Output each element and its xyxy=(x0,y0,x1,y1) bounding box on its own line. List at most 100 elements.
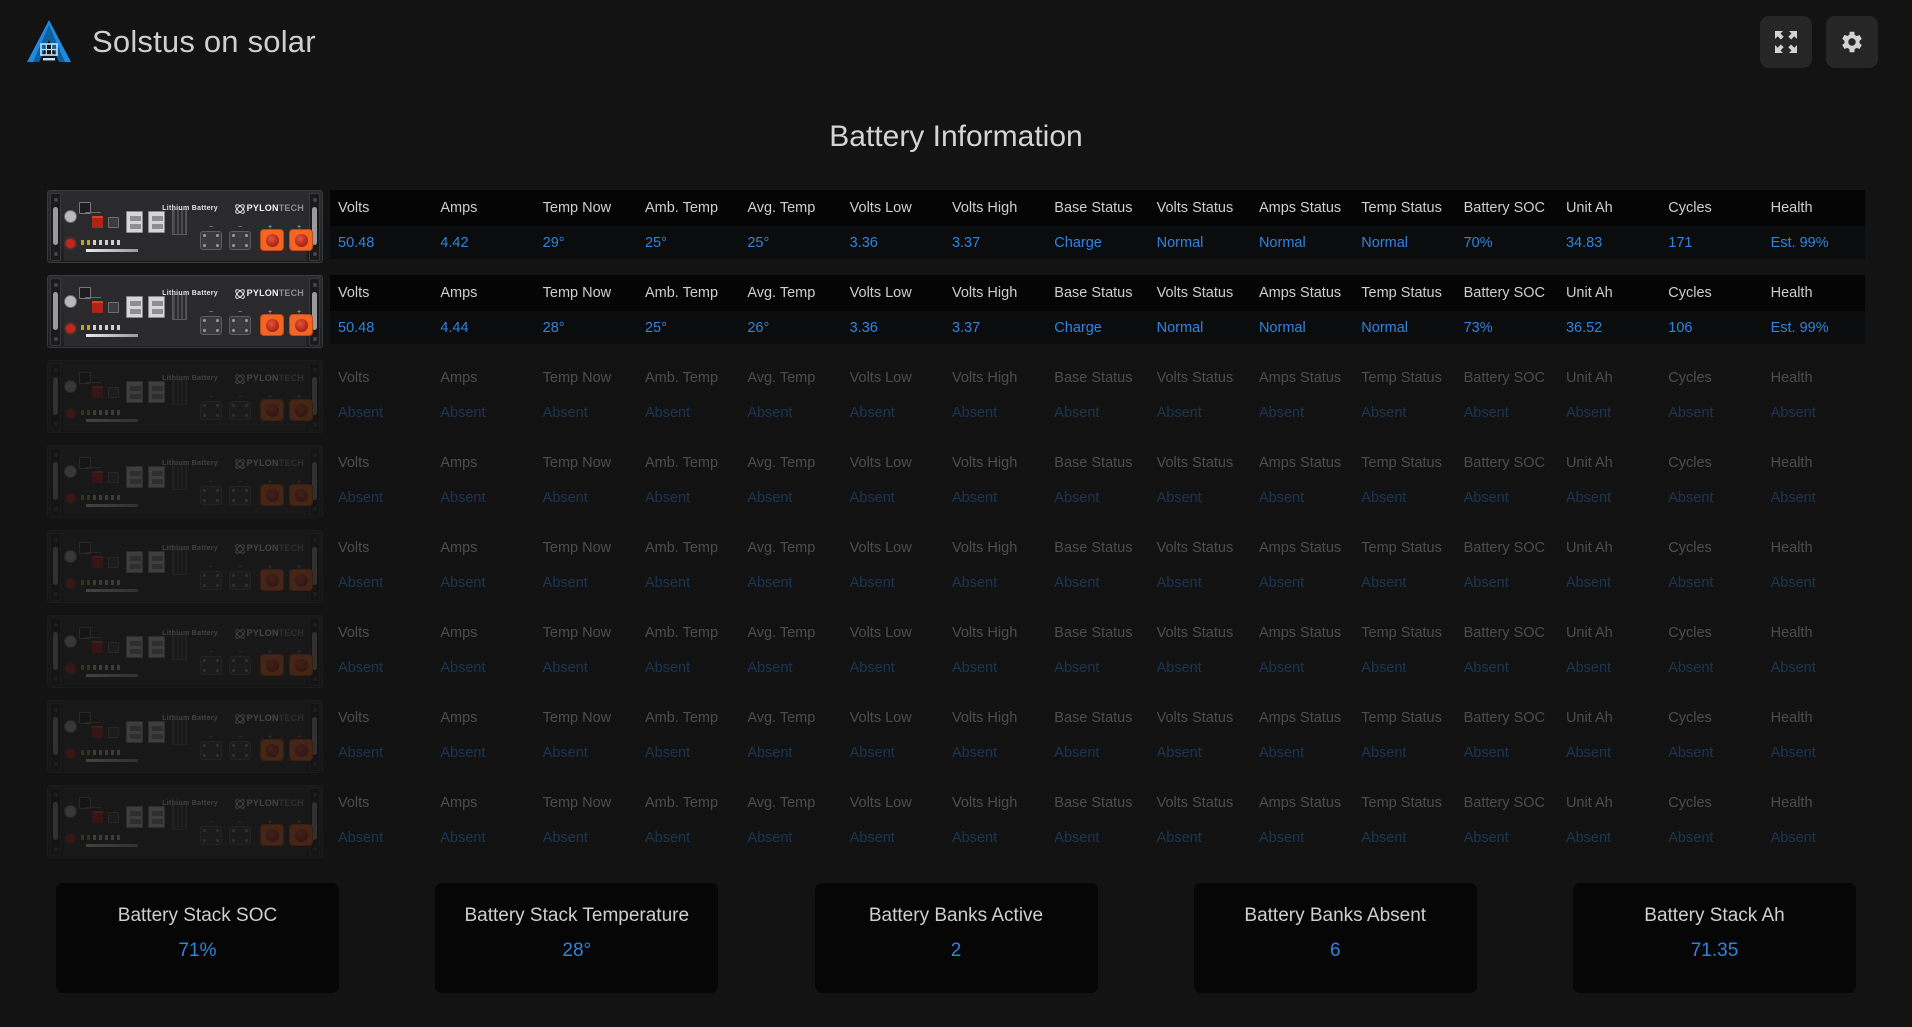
column-header: Volts High xyxy=(944,190,1046,226)
column-header: Battery SOC xyxy=(1456,360,1558,396)
battery-connector-block-icon xyxy=(108,302,119,313)
column-header: Temp Now xyxy=(535,445,637,481)
fullscreen-expand-icon xyxy=(1773,29,1799,55)
table-cell: 36.52 xyxy=(1558,311,1660,344)
table-cell: Absent xyxy=(1660,651,1762,684)
battery-label-strip xyxy=(86,249,138,252)
table-cell: Absent xyxy=(535,566,637,599)
column-header: Temp Now xyxy=(535,615,637,651)
table-header-row: VoltsAmpsTemp NowAmb. TempAvg. TempVolts… xyxy=(330,530,1865,566)
column-header: Volts xyxy=(330,445,432,481)
battery-type-label: Lithium Battery xyxy=(162,545,218,552)
battery-type-label: Lithium Battery xyxy=(162,205,218,212)
summary-card-value: 6 xyxy=(1330,940,1341,962)
battery-unit-slot: Lithium BatteryPYLONTECH−−++ xyxy=(47,530,330,615)
battery-terminal-sign: − xyxy=(209,734,213,741)
battery-address-knob-icon xyxy=(64,550,77,563)
column-header: Volts Status xyxy=(1149,700,1251,736)
column-header: Amb. Temp xyxy=(637,615,739,651)
battery-unit-slot: Lithium BatteryPYLONTECH−−++ xyxy=(47,615,330,700)
column-header: Amps xyxy=(432,785,534,821)
column-header: Volts High xyxy=(944,615,1046,651)
column-header: Cycles xyxy=(1660,445,1762,481)
battery-negative-terminal-icon xyxy=(229,741,251,760)
column-header: Amps xyxy=(432,275,534,311)
battery-rj45-port-icon xyxy=(148,551,165,573)
table-cell: Absent xyxy=(1046,736,1148,769)
column-header: Unit Ah xyxy=(1558,615,1660,651)
column-header: Health xyxy=(1763,785,1865,821)
table-cell: 70% xyxy=(1456,226,1558,259)
column-header: Unit Ah xyxy=(1558,360,1660,396)
table-cell: Absent xyxy=(1046,651,1148,684)
table-cell: Absent xyxy=(739,396,841,429)
summary-card-battery-stack-ah: Battery Stack Ah71.35 xyxy=(1573,883,1856,993)
column-header: Temp Now xyxy=(535,275,637,311)
battery-vent-grille xyxy=(172,209,187,235)
summary-card-title: Battery Banks Active xyxy=(869,905,1043,927)
battery-bank-table: VoltsAmpsTemp NowAmb. TempAvg. TempVolts… xyxy=(330,445,1865,530)
table-cell: Absent xyxy=(1251,651,1353,684)
table-cell: Absent xyxy=(842,736,944,769)
pylontech-logo-icon: PYLONTECH xyxy=(234,288,304,298)
table-cell: Normal xyxy=(1251,311,1353,344)
battery-power-led-icon xyxy=(66,749,75,758)
column-header: Battery SOC xyxy=(1456,445,1558,481)
column-header: Amps Status xyxy=(1251,530,1353,566)
table-cell: Absent xyxy=(1660,736,1762,769)
table-cell: Absent xyxy=(1149,821,1251,854)
pylontech-logo-icon: PYLONTECH xyxy=(234,628,304,638)
table-cell: Absent xyxy=(739,651,841,684)
column-header: Temp Status xyxy=(1353,530,1455,566)
column-header: Volts Low xyxy=(842,360,944,396)
battery-power-led-icon xyxy=(66,324,75,333)
table-cell: Normal xyxy=(1353,311,1455,344)
table-cell: 3.36 xyxy=(842,226,944,259)
table-cell: Absent xyxy=(1660,481,1762,514)
table-cell: Normal xyxy=(1353,226,1455,259)
column-header: Volts Status xyxy=(1149,530,1251,566)
battery-power-led-icon xyxy=(66,834,75,843)
table-cell: Normal xyxy=(1149,226,1251,259)
battery-trace-line xyxy=(85,552,101,553)
table-cell: Absent xyxy=(1558,566,1660,599)
battery-positive-terminal-icon xyxy=(260,484,284,506)
battery-positive-terminal-icon xyxy=(289,569,313,591)
table-cell: Absent xyxy=(1149,566,1251,599)
summary-card-title: Battery Banks Absent xyxy=(1244,905,1426,927)
table-cell: 25° xyxy=(739,226,841,259)
table-cell: Absent xyxy=(1456,651,1558,684)
column-header: Volts Low xyxy=(842,785,944,821)
battery-terminal-sign: − xyxy=(209,394,213,401)
table-cell: Absent xyxy=(1456,481,1558,514)
battery-terminal-sign: − xyxy=(209,819,213,826)
battery-trace-line xyxy=(85,467,101,468)
column-header: Amb. Temp xyxy=(637,530,739,566)
column-header: Health xyxy=(1763,530,1865,566)
table-cell: Absent xyxy=(535,481,637,514)
column-header: Volts Low xyxy=(842,190,944,226)
battery-negative-terminal-icon xyxy=(200,571,222,590)
battery-rj45-port-icon xyxy=(126,636,143,658)
table-header-row: VoltsAmpsTemp NowAmb. TempAvg. TempVolts… xyxy=(330,275,1865,311)
column-header: Volts Low xyxy=(842,445,944,481)
table-cell: Absent xyxy=(944,821,1046,854)
fullscreen-button[interactable] xyxy=(1760,16,1812,68)
table-cell: Absent xyxy=(1046,481,1148,514)
pylontech-logo-icon: PYLONTECH xyxy=(234,543,304,553)
battery-terminal-sign: − xyxy=(238,309,242,316)
battery-label-strip xyxy=(86,334,138,337)
battery-label-strip xyxy=(86,759,138,762)
battery-terminal-sign: − xyxy=(238,564,242,571)
battery-connector-block-icon xyxy=(108,642,119,653)
battery-positive-terminal-icon xyxy=(260,229,284,251)
battery-vent-grille xyxy=(172,634,187,660)
settings-button[interactable] xyxy=(1826,16,1878,68)
battery-dashboard: Solstus on solar xyxy=(0,0,1912,1027)
table-cell: 73% xyxy=(1456,311,1558,344)
battery-vent-grille xyxy=(172,719,187,745)
table-cell: Absent xyxy=(1149,396,1251,429)
column-header: Amb. Temp xyxy=(637,785,739,821)
table-row: AbsentAbsentAbsentAbsentAbsentAbsentAbse… xyxy=(330,821,1865,854)
battery-bank-table: VoltsAmpsTemp NowAmb. TempAvg. TempVolts… xyxy=(330,275,1865,360)
